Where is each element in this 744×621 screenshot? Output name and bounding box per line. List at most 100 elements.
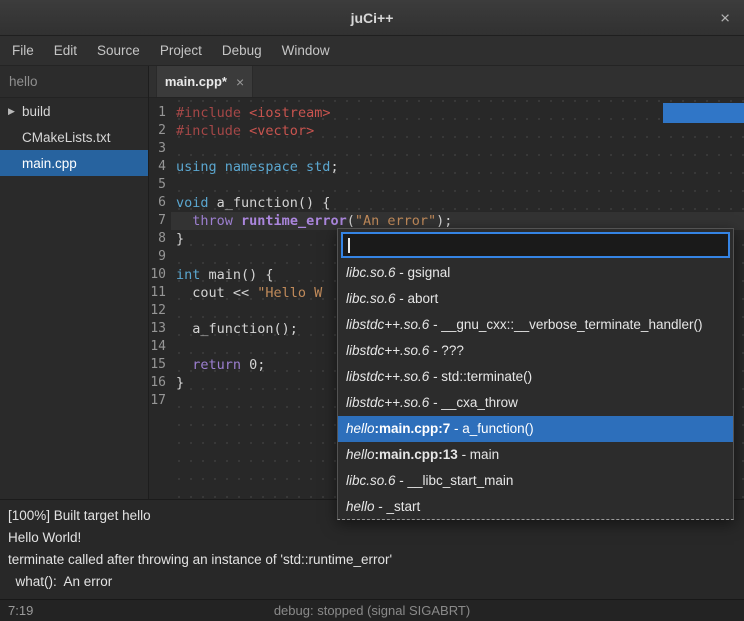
code-token-pp: #include — [176, 105, 241, 121]
line-number: 1 — [149, 104, 171, 122]
stack-frame-text: - _start — [375, 499, 421, 514]
code-line-3[interactable] — [176, 140, 744, 158]
code-token: a_function() { — [209, 195, 331, 211]
code-token-type: using namespace std — [176, 159, 330, 175]
menu-item-project[interactable]: Project — [150, 36, 212, 66]
code-token — [233, 213, 241, 229]
line-number: 7 — [149, 212, 171, 230]
tab-close-icon[interactable]: × — [236, 75, 244, 89]
stack-frame-text: - std::terminate() — [429, 369, 532, 384]
line-number: 16 — [149, 374, 171, 392]
line-number: 5 — [149, 176, 171, 194]
text-caret — [348, 238, 350, 253]
stack-frame-text: libc.so.6 — [346, 473, 396, 488]
line-number: 4 — [149, 158, 171, 176]
menu-bar: FileEditSourceProjectDebugWindow — [0, 36, 744, 66]
stack-frame-text: - main — [458, 447, 499, 462]
tab-main-cpp[interactable]: main.cpp* × — [156, 66, 253, 97]
tree-item-cmakelists-txt[interactable]: CMakeLists.txt — [0, 124, 148, 150]
menu-item-source[interactable]: Source — [87, 36, 150, 66]
code-token-kw: return — [192, 357, 241, 373]
code-token — [176, 357, 192, 373]
stack-frame-item[interactable]: hello:main.cpp:7 - a_function() — [338, 416, 733, 442]
line-number: 6 — [149, 194, 171, 212]
code-line-2[interactable]: #include <vector> — [176, 122, 744, 140]
code-token: ( — [347, 213, 355, 229]
code-token: main() { — [200, 267, 273, 283]
line-number: 2 — [149, 122, 171, 140]
code-token: cout << — [176, 285, 257, 301]
stack-frame-item[interactable]: libc.so.6 - abort — [338, 286, 733, 312]
code-token-str: "Hello W — [257, 285, 322, 301]
code-token-type: int — [176, 267, 200, 283]
code-line-1[interactable]: #include <iostream> — [176, 104, 744, 122]
stack-frame-item[interactable]: libstdc++.so.6 - std::terminate() — [338, 364, 733, 390]
stack-trace-popup: libc.so.6 - gsignallibc.so.6 - abortlibs… — [337, 228, 734, 520]
line-number: 11 — [149, 284, 171, 302]
stack-frame-text: - abort — [396, 291, 439, 306]
line-number: 13 — [149, 320, 171, 338]
stack-frame-text: - __gnu_cxx::__verbose_terminate_handler… — [429, 317, 702, 332]
code-token: ; — [330, 159, 338, 175]
stack-frame-item[interactable]: libstdc++.so.6 - __gnu_cxx::__verbose_te… — [338, 312, 733, 338]
menu-item-window[interactable]: Window — [272, 36, 340, 66]
code-token: } — [176, 231, 184, 247]
menu-item-edit[interactable]: Edit — [44, 36, 87, 66]
stack-frame-text: :main.cpp:7 — [375, 421, 451, 436]
stack-frame-item[interactable]: hello:main.cpp:13 - main — [338, 442, 733, 468]
code-token-kwb: runtime_error — [241, 213, 347, 229]
stack-frame-text: libc.so.6 — [346, 291, 396, 306]
line-number: 17 — [149, 392, 171, 410]
stack-frame-text: libstdc++.so.6 — [346, 317, 429, 332]
code-line-5[interactable] — [176, 176, 744, 194]
stack-frame-item[interactable]: hello - _start — [338, 494, 733, 520]
file-tree: ▶build CMakeLists.txt main.cpp — [0, 98, 148, 176]
window-close-icon[interactable]: × — [720, 9, 730, 26]
code-token — [176, 213, 192, 229]
expander-icon[interactable]: ▶ — [8, 106, 22, 117]
line-number: 10 — [149, 266, 171, 284]
tree-item-main-cpp[interactable]: main.cpp — [0, 150, 148, 176]
menu-item-file[interactable]: File — [2, 36, 44, 66]
stack-frame-text: - __cxa_throw — [429, 395, 518, 410]
stack-frame-text: libstdc++.so.6 — [346, 369, 429, 384]
stack-frame-item[interactable]: libstdc++.so.6 - ??? — [338, 338, 733, 364]
stack-frame-text: hello — [346, 421, 375, 436]
code-token-inc: <vector> — [249, 123, 314, 139]
tree-item-label: CMakeLists.txt — [22, 130, 111, 145]
stack-frame-text: hello — [346, 447, 375, 462]
menu-item-debug[interactable]: Debug — [212, 36, 272, 66]
code-token: } — [176, 375, 184, 391]
console-line: terminate called after throwing an insta… — [8, 549, 736, 571]
scrollbar-thumb[interactable] — [663, 103, 744, 123]
stack-frame-item[interactable]: libc.so.6 - __libc_start_main — [338, 468, 733, 494]
code-token-pp: #include — [176, 123, 241, 139]
code-token — [241, 105, 249, 121]
stack-frame-item[interactable]: libstdc++.so.6 - __cxa_throw — [338, 390, 733, 416]
stack-frame-text: hello — [346, 499, 375, 514]
code-line-6[interactable]: void a_function() { — [176, 194, 744, 212]
window-title: juCi++ — [351, 10, 394, 26]
stack-frame-text: - gsignal — [396, 265, 451, 280]
console-line: Hello World! — [8, 527, 736, 549]
code-token: 0; — [241, 357, 265, 373]
debug-status: debug: stopped (signal SIGABRT) — [0, 603, 744, 618]
code-token-kw: throw — [192, 213, 233, 229]
stack-frame-text: - a_function() — [450, 421, 533, 436]
line-number: 8 — [149, 230, 171, 248]
code-line-4[interactable]: using namespace std; — [176, 158, 744, 176]
stack-frame-text: libstdc++.so.6 — [346, 343, 429, 358]
project-header: hello — [0, 66, 148, 98]
sidebar: hello ▶build CMakeLists.txt main.cpp — [0, 66, 149, 499]
stack-search-input[interactable] — [341, 232, 730, 258]
code-token: ); — [436, 213, 452, 229]
line-number: 15 — [149, 356, 171, 374]
line-number: 14 — [149, 338, 171, 356]
line-number: 3 — [149, 140, 171, 158]
code-token-str: "An error" — [355, 213, 436, 229]
stack-frame-text: :main.cpp:13 — [375, 447, 458, 462]
tree-item-build[interactable]: ▶build — [0, 98, 148, 124]
stack-list: libc.so.6 - gsignallibc.so.6 - abortlibs… — [338, 260, 733, 520]
tab-bar: main.cpp* × — [149, 66, 744, 98]
stack-frame-item[interactable]: libc.so.6 - gsignal — [338, 260, 733, 286]
